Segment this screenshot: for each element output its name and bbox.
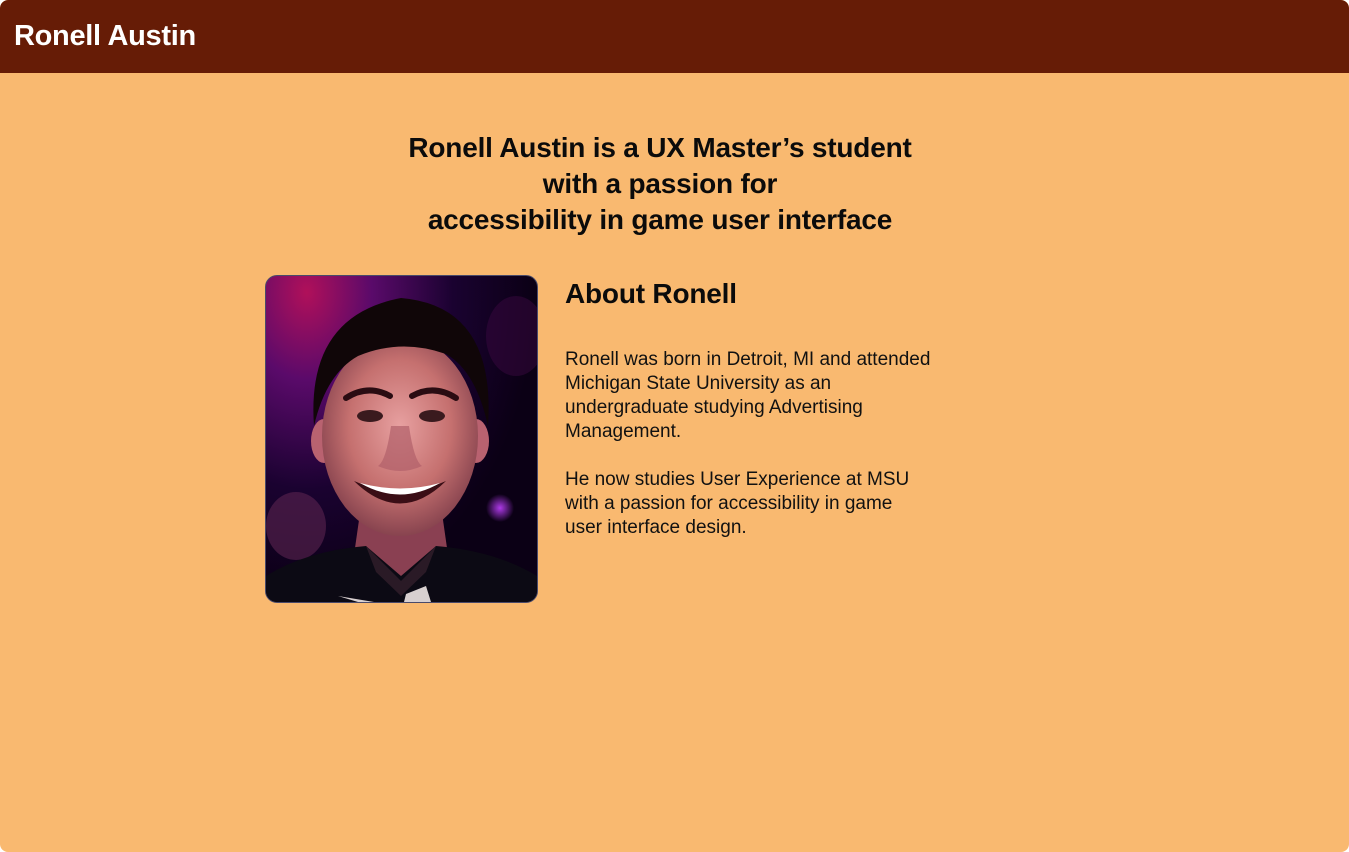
about-paragraph-2-line-1: He now studies User Experience at MSU [565,469,910,490]
site-title: Ronell Austin [14,20,196,52]
about-paragraph-2: He now studies User Experience at MSU wi… [565,468,985,540]
hero-headline: Ronell Austin is a UX Master’s student w… [300,130,1020,238]
hero-headline-line-1: Ronell Austin is a UX Master’s student [408,132,912,163]
portrait-illustration [266,296,537,602]
hero-headline-line-3: accessibility in game user interface [427,204,893,235]
about-paragraph-1-line-4: Management. [565,421,682,442]
about-paragraph-1-line-2: Michigan State University as an [565,373,832,394]
profile-photo [265,275,538,603]
about-paragraph-1: Ronell was born in Detroit, MI and atten… [565,348,985,444]
about-paragraph-2-line-3: user interface design. [565,517,747,538]
about-paragraph-1-line-1: Ronell was born in Detroit, MI and atten… [565,349,931,370]
about-heading: About Ronell [565,278,737,309]
site-header: Ronell Austin [0,0,1349,73]
about-paragraph-2-line-2: with a passion for accessibility in game [565,493,893,514]
about-paragraph-1-line-3: undergraduate studying Advertising [565,397,863,418]
hero-headline-line-2: with a passion for [542,168,778,199]
page-frame: Ronell Austin Ronell Austin is a UX Mast… [0,0,1349,852]
